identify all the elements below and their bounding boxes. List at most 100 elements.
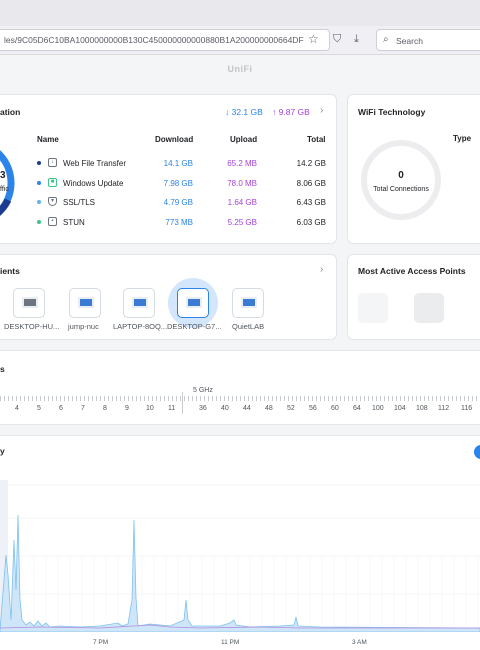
client-device[interactable] [123,288,155,318]
download-icon[interactable]: ⤓ [354,33,359,46]
app-download: 4.79 GB [163,198,193,207]
donut-center-number: 3 [0,170,6,181]
legend-dot [37,200,41,204]
shield-icon: ▾ [48,197,57,206]
channel-label: 48 [265,405,273,412]
channel-label: 44 [243,405,251,412]
legend-dot [37,161,41,165]
channel-label: 100 [372,405,384,412]
channel-label: 64 [353,405,361,412]
app-total: 14.2 GB [296,159,326,168]
channel-label: 56 [309,405,317,412]
laptop-icon [132,297,148,308]
client-device[interactable] [13,288,45,318]
clients-card-title: ients [0,266,20,276]
windows-update-icon: ■ [48,178,57,187]
x-axis-label: 7 PM [93,639,109,646]
file-transfer-icon: ↓ [48,158,57,167]
app-total: 8.06 GB [296,179,326,188]
client-device-selected[interactable] [177,288,209,318]
channel-label: 36 [199,405,207,412]
total-connections-value: 0 [398,170,404,181]
chart-vertical-grid [9,556,479,630]
column-header-upload[interactable]: Upload [230,135,257,144]
band-separator [182,392,183,414]
client-label: DESKTOP-G7... [167,322,222,331]
server-icon [22,297,38,308]
client-label: jump-nuc [68,322,99,331]
channel-label: 11 [168,405,176,412]
chevron-right-icon[interactable]: › [320,105,323,116]
channel-ticks [0,396,480,401]
channel-label: 108 [416,405,428,412]
activity-chart [0,480,480,632]
channels-card-title: s [0,364,5,374]
channel-label: 52 [287,405,295,412]
channel-label: 7 [81,405,85,412]
app-total: 6.43 GB [296,198,326,207]
pocket-icon[interactable]: ⛉ [333,33,341,46]
search-icon: ⌕ [383,34,389,45]
app-title: UniFi [227,64,253,74]
tab-strip [0,0,480,26]
app-total: 6.03 GB [296,218,326,227]
wifi-technology-title: WiFi Technology [358,107,426,117]
desktop-icon [78,297,94,308]
x-axis-label: 11 PM [221,639,240,646]
client-device[interactable] [69,288,101,318]
channel-label: 60 [331,405,339,412]
channel-label: 8 [103,405,107,412]
x-axis-label: 3 AM [352,639,367,646]
app-upload: 1.64 GB [227,198,257,207]
browser-toolbar: les/9C05D6C10BA1000000000B130C4500000000… [0,0,480,55]
activity-card-title: y [0,446,5,456]
app-name: STUN [63,218,85,227]
url-row: les/9C05D6C10BA1000000000B130C4500000000… [0,29,480,51]
channel-label: 112 [438,405,450,412]
channels-card [0,350,480,425]
laptop-icon [241,297,257,308]
traffic-donut-chart [0,150,15,216]
channel-label: 104 [394,405,406,412]
stun-icon: ▪ [48,217,57,226]
chevron-right-icon[interactable]: › [320,264,323,275]
band-5ghz-label: 5 GHz [193,387,213,394]
channel-label: 9 [125,405,129,412]
access-point-placeholder[interactable] [358,293,388,323]
access-points-title: Most Active Access Points [358,266,466,276]
donut-center-label: ffic [0,186,9,193]
channel-label: 4 [15,405,19,412]
application-card-title: ation [0,107,21,117]
access-point-placeholder[interactable] [414,293,444,323]
app-upload: 65.2 MB [227,159,257,168]
legend-dot [37,181,41,185]
app-header: UniFi [0,56,480,82]
app-download: 7.98 GB [163,179,193,188]
wifi-type-header: Type [453,134,472,143]
chart-gridlines [0,484,480,595]
total-connections-label: Total Connections [373,186,429,193]
address-bar-url: les/9C05D6C10BA1000000000B130C4500000000… [4,35,304,45]
traffic-donut-arc-dark [0,198,12,216]
channel-label: 116 [461,405,473,412]
app-name: SSL/TLS [63,198,96,207]
app-upload: 78.0 MB [227,179,257,188]
column-header-name[interactable]: Name [37,135,59,144]
total-download: ↓ 32.1 GB [225,107,263,117]
search-input[interactable]: ⌕ Search [376,29,480,51]
laptop-icon [186,297,202,308]
address-bar[interactable]: les/9C05D6C10BA1000000000B130C4500000000… [0,29,330,51]
download-area-series [0,514,480,632]
channel-label: 6 [59,405,63,412]
channel-label: 5 [37,405,41,412]
client-label: DESKTOP-HU... [4,322,60,331]
app-upload: 5.25 GB [227,218,257,227]
column-header-download[interactable]: Download [155,135,193,144]
client-device[interactable] [232,288,264,318]
channel-label: 10 [146,405,154,412]
app-download: 773 MB [165,218,193,227]
bookmark-star-icon[interactable]: ☆ [308,32,319,46]
column-header-total[interactable]: Total [307,135,326,144]
total-upload: ↑ 9.87 GB [272,107,310,117]
legend-dot [37,220,41,224]
